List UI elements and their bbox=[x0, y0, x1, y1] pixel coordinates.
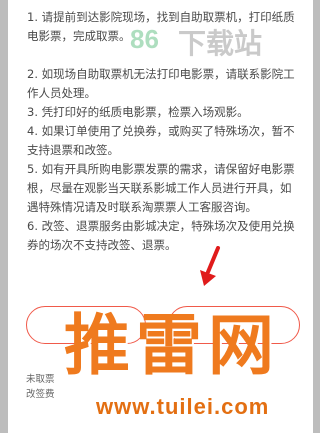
notice-item-4: 4. 如果订单使用了兑换券，或购买了特殊场次，暂不支持退票和改签。 bbox=[27, 124, 295, 157]
watermark-86-logo: 86 bbox=[130, 24, 159, 54]
notice-item-5: 5. 如有开具所购电影票发票的需求，请保留好电影票根，尽量在观影当天联系影城工作… bbox=[27, 162, 295, 214]
watermark-download-text: 下载站 bbox=[178, 27, 263, 60]
notice-item-2: 2. 如现场自助取票机无法打印电影票，请联系影院工作人员处理。 bbox=[27, 67, 295, 100]
notice-item-6: 6. 改签、退票服务由影城决定，特殊场次及使用兑换券的场次不支持改签、退票。 bbox=[27, 219, 295, 252]
notice-item-3: 3. 凭打印好的纸质电影票，检票入场观影。 bbox=[27, 105, 249, 119]
watermark-tuilei-url: www.tuilei.com bbox=[96, 394, 270, 419]
pointer-arrow-icon bbox=[200, 246, 220, 286]
watermark-86-download: 86 下载站 bbox=[130, 14, 310, 64]
watermark-tuilei-text: 推雷网 bbox=[64, 307, 280, 384]
